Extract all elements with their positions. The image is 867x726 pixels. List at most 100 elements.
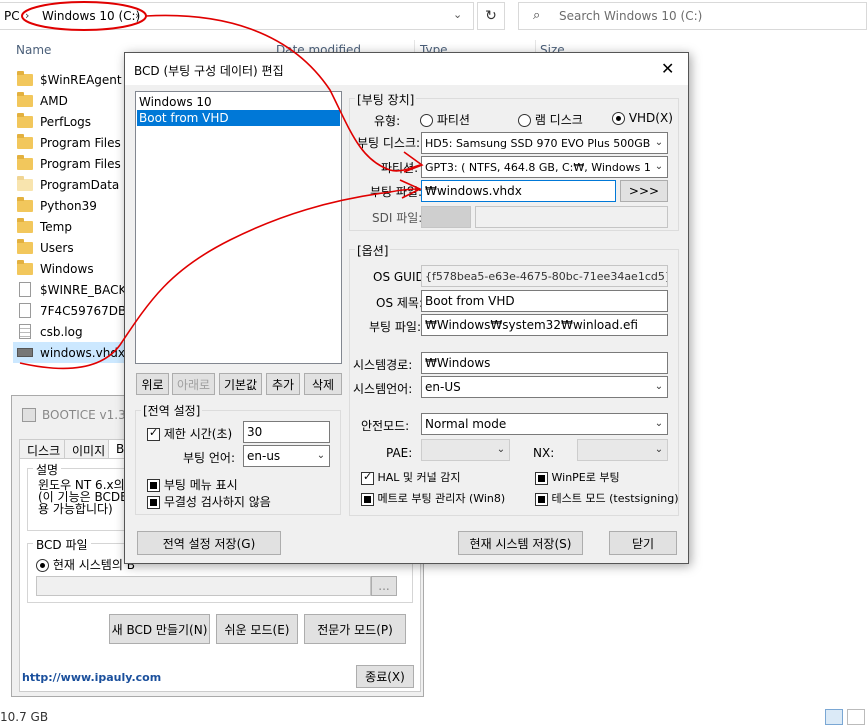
winpe-checkbox[interactable]: WinPE로 부팅 <box>535 469 620 485</box>
file-list-item[interactable]: PerfLogs <box>13 111 128 132</box>
add-entry-button[interactable]: 추가 <box>266 373 300 395</box>
details-view-button[interactable] <box>825 709 843 725</box>
partition-select[interactable]: GPT3: ( NTFS, 464.8 GB, C:₩, Windows 10)… <box>421 156 668 178</box>
file-list-item[interactable]: Python39 <box>13 195 128 216</box>
file-list-item[interactable]: AMD <box>13 90 128 111</box>
os-guid-value: {f578bea5-e63e-4675-80bc-71ee34ae1cd5} <box>425 270 668 283</box>
set-default-button[interactable]: 기본값 <box>219 373 262 395</box>
checkbox-icon[interactable] <box>361 470 374 485</box>
radio-icon[interactable] <box>612 112 625 125</box>
os-boot-file-input[interactable]: ₩Windows₩system32₩winload.efi <box>421 314 668 336</box>
description-line: 용 가능합니다) <box>38 502 113 516</box>
timeout-checkbox[interactable]: 제한 시간(초) <box>147 425 232 442</box>
chevron-down-icon[interactable]: ⌄ <box>453 8 462 21</box>
file-list-item[interactable]: csb.log <box>13 321 128 342</box>
virtual-disk-icon <box>17 348 33 357</box>
tiles-view-button[interactable] <box>847 709 865 725</box>
boot-entry-selected[interactable]: Boot from VHD <box>137 110 340 126</box>
checkbox-icon[interactable] <box>147 426 160 441</box>
file-icon <box>19 282 31 297</box>
safe-mode-select[interactable]: Normal mode ⌄ <box>421 413 668 435</box>
current-system-radio[interactable]: 현재 시스템의 B <box>36 556 135 573</box>
chevron-right-icon[interactable]: › <box>135 9 139 22</box>
os-title-input[interactable]: Boot from VHD <box>421 290 668 312</box>
explorer-toolbar: PC › Windows 10 (C:) › ⌄ ↻ ⌕ Search Wind… <box>0 0 867 34</box>
search-input[interactable]: ⌕ Search Windows 10 (C:) <box>518 2 867 30</box>
file-list-item[interactable]: Windows <box>13 258 128 279</box>
chevron-down-icon[interactable]: ⌄ <box>651 377 667 397</box>
description-label: 설명 <box>33 461 62 478</box>
metro-boot-checkbox[interactable]: 메트로 부팅 관리자 (Win8) <box>361 490 505 506</box>
hal-detect-checkbox[interactable]: HAL 및 커널 감지 <box>361 469 461 485</box>
options-label: [옵션] <box>355 242 391 259</box>
radio-icon[interactable] <box>518 114 531 127</box>
checkbox-icon[interactable] <box>535 492 548 506</box>
no-integrity-checkbox[interactable]: 무결성 검사하지 않음 <box>147 493 271 510</box>
tab-disk[interactable]: 디스크 <box>19 439 69 459</box>
file-list-item[interactable]: windows.vhdx <box>13 342 133 363</box>
chevron-down-icon[interactable]: ⌄ <box>651 133 667 153</box>
column-header-name[interactable]: Name <box>16 43 51 57</box>
address-bar[interactable]: PC › Windows 10 (C:) › ⌄ <box>0 2 474 30</box>
boot-disk-select[interactable]: HD5: Samsung SSD 970 EVO Plus 500GB (465… <box>421 132 668 154</box>
system-language-select[interactable]: en-US ⌄ <box>421 376 668 398</box>
move-down-button[interactable]: 아래로 <box>172 373 215 395</box>
sdi-file-label: SDI 파일: <box>372 211 423 225</box>
close-icon[interactable]: ✕ <box>661 59 674 78</box>
file-list-item[interactable]: Temp <box>13 216 128 237</box>
exit-button[interactable]: 종료(X) <box>356 665 414 688</box>
timeout-input[interactable]: 30 <box>243 421 330 443</box>
type-vhd-radio[interactable]: VHD(X) <box>612 111 673 125</box>
checkbox-icon[interactable] <box>147 496 160 509</box>
show-menu-checkbox[interactable]: 부팅 메뉴 표시 <box>147 476 238 493</box>
tab-image[interactable]: 이미지 <box>64 439 114 459</box>
type-ramdisk-radio[interactable]: 램 디스크 <box>518 111 583 128</box>
file-name: ProgramData <box>40 177 120 192</box>
breadcrumb-drive[interactable]: Windows 10 (C:) <box>42 9 140 23</box>
bcd-path-input[interactable] <box>36 576 371 596</box>
file-list-item[interactable]: Users <box>13 237 128 258</box>
easy-mode-button[interactable]: 쉬운 모드(E) <box>216 614 298 644</box>
system-root-input[interactable]: ₩Windows <box>421 352 668 374</box>
delete-entry-button[interactable]: 삭제 <box>304 373 342 395</box>
save-global-button[interactable]: 전역 설정 저장(G) <box>137 531 281 555</box>
file-list-item[interactable]: $WINRE_BACKUP_PARTITION.MARKER <box>13 279 128 300</box>
chevron-down-icon[interactable]: ⌄ <box>651 157 667 177</box>
sdi-file-input[interactable] <box>475 206 668 228</box>
new-bcd-button[interactable]: 새 BCD 만들기(N) <box>109 614 210 644</box>
website-link[interactable]: http://www.ipauly.com <box>22 671 161 684</box>
checkbox-icon[interactable] <box>535 471 548 485</box>
file-list-item[interactable]: ProgramData <box>13 174 128 195</box>
chevron-down-icon[interactable]: ⌄ <box>313 446 329 466</box>
close-button[interactable]: 닫기 <box>609 531 677 555</box>
boot-entry[interactable]: Windows 10 <box>137 94 340 110</box>
move-up-button[interactable]: 위로 <box>136 373 169 395</box>
boot-entry-list[interactable]: Windows 10 Boot from VHD <box>135 91 342 364</box>
file-list-item[interactable]: Program Files (x86) <box>13 153 128 174</box>
checkbox-icon[interactable] <box>361 492 374 506</box>
breadcrumb-pc[interactable]: PC <box>4 9 20 23</box>
save-current-button[interactable]: 현재 시스템 저장(S) <box>458 531 583 555</box>
type-partition-radio[interactable]: 파티션 <box>420 111 470 128</box>
test-mode-checkbox[interactable]: 테스트 모드 (testsigning) <box>535 490 679 506</box>
browse-vhd-button[interactable]: >>> <box>620 180 668 202</box>
radio-icon[interactable] <box>420 114 433 127</box>
browse-button[interactable]: ... <box>371 576 397 596</box>
chevron-right-icon[interactable]: › <box>25 9 29 22</box>
sdi-device-input[interactable] <box>421 206 471 228</box>
expert-mode-button[interactable]: 전문가 모드(P) <box>304 614 406 644</box>
chevron-down-icon[interactable]: ⌄ <box>651 440 667 460</box>
boot-language-select[interactable]: en-us ⌄ <box>243 445 330 467</box>
radio-icon[interactable] <box>36 559 49 572</box>
nx-select[interactable]: ⌄ <box>577 439 668 461</box>
file-list-item[interactable]: Program Files <box>13 132 128 153</box>
file-list-item[interactable]: 7F4C59767DBC <box>13 300 128 321</box>
chevron-down-icon[interactable]: ⌄ <box>651 414 667 434</box>
pae-select[interactable]: ⌄ <box>421 439 510 461</box>
os-guid-input[interactable]: {f578bea5-e63e-4675-80bc-71ee34ae1cd5} <box>421 265 668 287</box>
refresh-button[interactable]: ↻ <box>477 2 505 30</box>
boot-file-input[interactable]: ₩windows.vhdx <box>421 180 616 202</box>
file-list-item[interactable]: $WinREAgent <box>13 69 128 90</box>
checkbox-icon[interactable] <box>147 479 160 492</box>
chevron-down-icon[interactable]: ⌄ <box>493 440 509 460</box>
